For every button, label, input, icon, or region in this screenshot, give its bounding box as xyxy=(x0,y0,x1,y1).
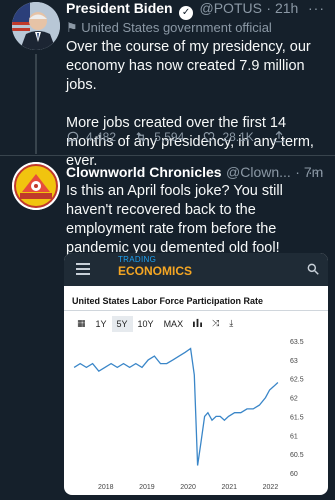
retweet-count: 5,594 xyxy=(154,130,185,144)
y-tick-label: 61 xyxy=(290,433,298,440)
timestamp[interactable]: · 21h xyxy=(266,0,298,16)
range-1y[interactable]: 1Y xyxy=(91,316,112,332)
range-max[interactable]: MAX xyxy=(159,316,189,332)
flag-icon: ⚑ xyxy=(66,20,78,35)
chart-title: United States Labor Force Participation … xyxy=(72,296,264,306)
retweet-button[interactable]: 5,594 xyxy=(134,130,184,144)
y-tick-label: 60.5 xyxy=(290,452,304,459)
y-tick-label: 62.5 xyxy=(290,377,304,384)
bar-chart-icon[interactable] xyxy=(188,315,207,332)
range-5y[interactable]: 5Y xyxy=(111,315,133,332)
more-options-icon[interactable]: ··· xyxy=(308,164,325,180)
y-tick-label: 63 xyxy=(290,358,298,365)
tweet-text-paragraph-1: Over the course of my presidency, our ec… xyxy=(66,39,311,93)
x-tick-label: 2019 xyxy=(139,484,155,491)
x-tick-label: 2022 xyxy=(263,484,279,491)
author-handle[interactable]: @Clown... xyxy=(226,164,291,180)
x-tick-label: 2020 xyxy=(180,484,196,491)
avatar[interactable] xyxy=(12,2,60,50)
download-icon[interactable]: ⤓ xyxy=(224,315,238,332)
like-button[interactable]: 28.1K xyxy=(202,130,254,144)
share-button[interactable] xyxy=(272,130,286,144)
avatar[interactable] xyxy=(12,162,60,210)
y-tick-label: 60 xyxy=(290,471,298,478)
author-handle[interactable]: @POTUS xyxy=(200,0,262,16)
thread-line xyxy=(35,54,37,154)
verified-icon: ✓ xyxy=(179,6,194,20)
chart-plot: 63.5 63 62.5 62 61.5 61 60.5 60 2018 2019 2020 2021… xyxy=(73,339,304,491)
share-icon xyxy=(273,130,285,143)
heart-icon xyxy=(204,132,215,143)
chart-card[interactable]: TRADING ECONOMICS United States Labor Fo… xyxy=(64,253,328,495)
tweet-text: Is this an April fools joke? You still h… xyxy=(66,183,283,256)
like-count: 28.1K xyxy=(222,130,254,144)
brand-top: TRADING xyxy=(118,255,157,264)
author-name[interactable]: President Biden xyxy=(66,0,173,16)
card-header: TRADING ECONOMICS xyxy=(64,253,328,286)
portrait-icon xyxy=(12,2,60,50)
clownworld-logo-icon xyxy=(12,162,60,210)
search-icon[interactable] xyxy=(306,262,320,276)
author-name[interactable]: Clownworld Chronicles xyxy=(66,164,222,180)
series-line xyxy=(73,347,279,466)
menu-icon[interactable] xyxy=(76,263,90,278)
calendar-icon[interactable]: ▦ xyxy=(72,315,91,332)
retweet-icon xyxy=(136,132,146,142)
range-10y[interactable]: 10Y xyxy=(133,316,159,332)
shuffle-icon[interactable]: ⤨ xyxy=(207,315,224,332)
reply-button[interactable]: 4,482 xyxy=(66,130,116,144)
y-tick-label: 62 xyxy=(290,396,298,403)
brand-logo[interactable]: ECONOMICS xyxy=(118,264,192,278)
card-divider xyxy=(64,310,328,311)
chart-toolbar: ▦ 1Y 5Y 10Y MAX ⤨ ⤓ xyxy=(72,315,238,332)
tweet-potus[interactable]: President Biden ✓ @POTUS · 21h ··· ⚑ Uni… xyxy=(0,0,335,169)
government-label: United States government official xyxy=(81,20,272,35)
x-tick-label: 2018 xyxy=(98,484,114,491)
y-tick-label: 63.5 xyxy=(290,339,304,346)
x-tick-label: 2021 xyxy=(221,484,237,491)
y-tick-label: 61.5 xyxy=(290,414,304,421)
reply-icon xyxy=(67,131,79,144)
reply-count: 4,482 xyxy=(86,130,117,144)
more-options-icon[interactable]: ··· xyxy=(308,0,325,16)
